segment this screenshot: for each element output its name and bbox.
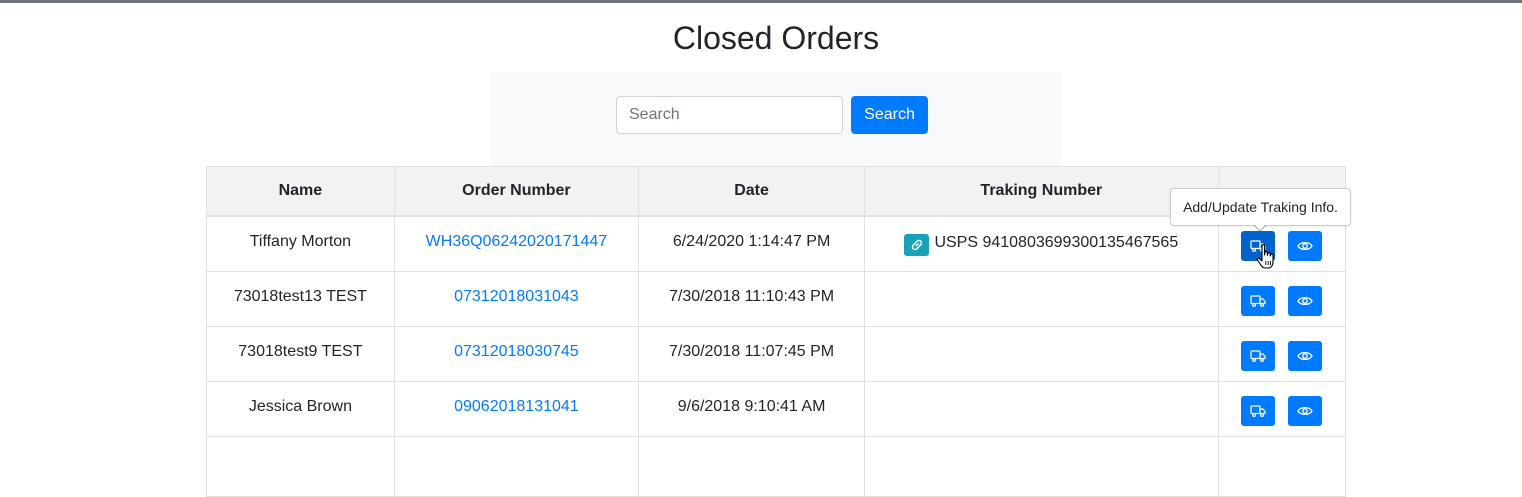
tooltip-arrow-inner — [1254, 224, 1266, 230]
view-order-button[interactable] — [1288, 340, 1323, 371]
cell-actions — [1217, 380, 1347, 437]
header-name[interactable]: Name — [206, 166, 395, 217]
cell-order-number: 07312018031043 — [393, 270, 640, 327]
cell-name: 73018test9 TEST — [206, 325, 395, 382]
cell-order-number: 07312018030745 — [393, 325, 640, 382]
truck-icon — [1250, 404, 1266, 417]
hand-cursor-icon — [1256, 244, 1274, 269]
order-number-link[interactable]: 09062018131041 — [454, 398, 579, 415]
update-tracking-button[interactable] — [1241, 395, 1276, 426]
cell-name: Jessica Brown — [206, 380, 395, 437]
header-order-number[interactable]: Order Number — [393, 166, 640, 217]
cell-order-number: WH36Q06242020171447 — [393, 215, 640, 272]
cell-date — [638, 435, 866, 497]
order-number-link[interactable]: WH36Q06242020171447 — [426, 233, 607, 250]
cell-tracking — [864, 435, 1219, 497]
eye-icon — [1297, 241, 1314, 251]
order-number-link[interactable]: 07312018030745 — [454, 343, 579, 360]
cell-actions — [1217, 325, 1347, 382]
truck-icon — [1250, 294, 1266, 307]
cell-name — [206, 435, 395, 497]
cell-order-number: 09062018131041 — [393, 380, 640, 437]
truck-icon — [1250, 349, 1266, 362]
cell-tracking — [864, 325, 1219, 382]
table-row: 73018test9 TEST 07312018030745 7/30/2018… — [206, 325, 1347, 382]
tracking-info: USPS 9410803699300135467565 — [904, 232, 1179, 256]
header-tracking-number[interactable]: Traking Number — [864, 166, 1219, 217]
view-order-button[interactable] — [1288, 231, 1323, 261]
cell-date: 6/24/2020 1:14:47 PM — [638, 215, 866, 272]
cell-actions — [1217, 270, 1347, 327]
header-date[interactable]: Date — [638, 166, 866, 217]
row-actions — [1219, 231, 1345, 261]
cell-name: 73018test13 TEST — [206, 270, 395, 327]
search-input[interactable] — [616, 96, 843, 134]
eye-icon — [1297, 351, 1314, 360]
view-order-button[interactable] — [1288, 395, 1323, 426]
tracking-link-button[interactable] — [904, 234, 930, 256]
cell-actions — [1217, 435, 1347, 497]
search-button[interactable]: Search — [851, 96, 928, 134]
tooltip: Add/Update Traking Info. — [1170, 188, 1351, 226]
cell-date: 7/30/2018 11:10:43 PM — [638, 270, 866, 327]
row-actions — [1219, 340, 1345, 371]
cell-date: 7/30/2018 11:07:45 PM — [638, 325, 866, 382]
table-row — [206, 435, 1347, 497]
update-tracking-button[interactable] — [1241, 340, 1276, 371]
row-actions — [1219, 395, 1345, 426]
table-row: Jessica Brown 09062018131041 9/6/2018 9:… — [206, 380, 1347, 437]
tracking-number-text: USPS 9410803699300135467565 — [934, 234, 1179, 251]
link-icon — [911, 239, 923, 251]
cell-tracking — [864, 380, 1219, 437]
cell-tracking — [864, 270, 1219, 327]
cell-date: 9/6/2018 9:10:41 AM — [638, 380, 866, 437]
row-actions — [1219, 285, 1345, 316]
table-row: 73018test13 TEST 07312018031043 7/30/201… — [206, 270, 1347, 327]
page-title: Closed Orders — [672, 20, 880, 56]
update-tracking-button[interactable] — [1241, 285, 1276, 316]
view-order-button[interactable] — [1288, 285, 1323, 316]
eye-icon — [1297, 406, 1314, 415]
eye-icon — [1297, 296, 1314, 305]
cell-name: Tiffany Morton — [206, 215, 395, 272]
top-border — [0, 0, 1522, 3]
cell-order-number — [393, 435, 640, 497]
order-number-link[interactable]: 07312018031043 — [454, 288, 579, 305]
cell-tracking: USPS 9410803699300135467565 — [864, 215, 1219, 272]
